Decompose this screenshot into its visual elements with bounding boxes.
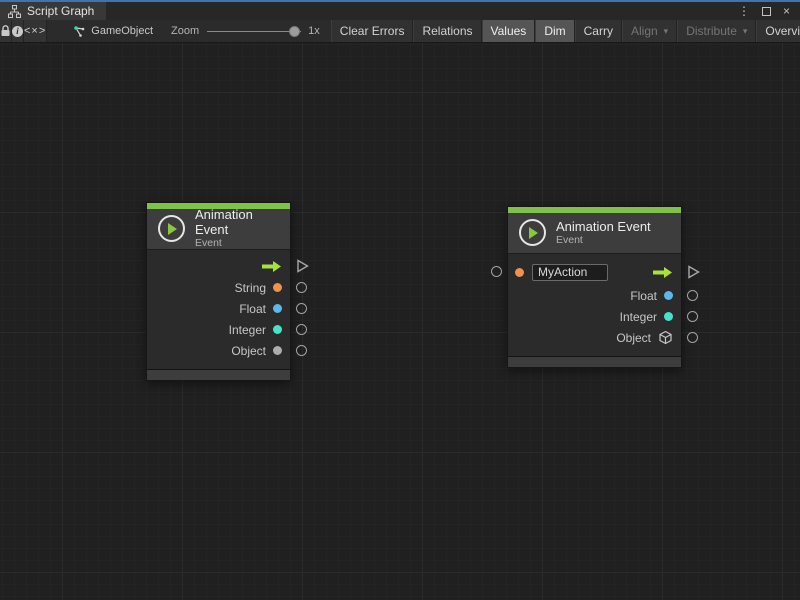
output-port[interactable] (296, 324, 307, 335)
window-controls: ⋮ × (738, 2, 800, 20)
output-row-integer: Integer (147, 319, 290, 340)
node-subtitle: Event (556, 234, 651, 247)
node-footer (508, 356, 681, 367)
clear-errors-button[interactable]: Clear Errors (331, 20, 414, 42)
dim-button[interactable]: Dim (535, 20, 574, 42)
event-name-input[interactable] (532, 264, 608, 281)
graph-canvas[interactable]: Animation Event Event String (0, 43, 800, 600)
output-row-float: Float (508, 285, 681, 306)
string-type-dot (273, 283, 282, 292)
zoom-slider[interactable] (207, 20, 301, 42)
toolbar-buttons: Clear Errors Relations Values Dim Carry … (331, 20, 800, 42)
node-subtitle: Event (195, 237, 280, 250)
string-type-dot (515, 268, 524, 277)
zoom-slider-track (207, 31, 301, 32)
tab-bar: Script Graph ⋮ × (0, 2, 800, 20)
flow-output-row (147, 255, 290, 277)
relations-button[interactable]: Relations (413, 20, 481, 42)
node-body: String Float Integer Object (147, 250, 290, 367)
tab-label: Script Graph (27, 4, 94, 18)
values-button[interactable]: Values (482, 20, 536, 42)
chevron-down-icon: ▾ (743, 26, 748, 37)
node-body: Float Integer Object (508, 254, 681, 354)
carry-button[interactable]: Carry (575, 20, 622, 42)
close-icon[interactable]: × (783, 5, 790, 17)
output-port[interactable] (687, 290, 698, 301)
chevron-down-icon: ▾ (664, 26, 669, 37)
align-button: Align ▾ (622, 20, 677, 42)
unity-script-graph-window: Script Graph ⋮ × i <×> (0, 0, 800, 600)
event-name-row (508, 259, 681, 285)
script-graph-icon (8, 5, 21, 18)
lock-icon (0, 25, 11, 37)
integer-type-dot (273, 325, 282, 334)
tab-script-graph[interactable]: Script Graph (0, 2, 106, 20)
output-row-string: String (147, 277, 290, 298)
zoom-slider-handle[interactable] (289, 26, 300, 37)
float-type-dot (664, 291, 673, 300)
node-header[interactable]: Animation Event Event (508, 213, 681, 254)
output-port[interactable] (296, 282, 307, 293)
code-icon: <×> (24, 25, 46, 37)
flow-port[interactable] (687, 265, 700, 279)
zoom-value: 1x (308, 25, 320, 37)
output-port[interactable] (687, 332, 698, 343)
node-title: Animation Event (195, 207, 280, 237)
output-port[interactable] (296, 345, 307, 356)
cube-icon (658, 330, 673, 345)
node-title: Animation Event (556, 219, 651, 234)
flow-port[interactable] (296, 259, 309, 273)
object-type-dot (273, 346, 282, 355)
output-row-object: Object (147, 340, 290, 361)
event-play-icon (519, 219, 546, 246)
output-row-integer: Integer (508, 306, 681, 327)
float-type-dot (273, 304, 282, 313)
animation-event-node-left[interactable]: Animation Event Event String (146, 202, 291, 381)
distribute-button: Distribute ▾ (677, 20, 756, 42)
gameobject-context: GameObject (73, 20, 153, 42)
info-icon: i (12, 26, 23, 37)
lock-button[interactable] (0, 20, 12, 42)
window-menu-icon[interactable]: ⋮ (738, 5, 750, 17)
output-port[interactable] (296, 303, 307, 314)
input-port[interactable] (491, 266, 502, 277)
flow-arrow-icon (652, 266, 673, 279)
gameobject-icon (73, 25, 86, 38)
output-row-float: Float (147, 298, 290, 319)
event-play-icon (158, 215, 185, 242)
output-row-object: Object (508, 327, 681, 348)
overview-button[interactable]: Overview (756, 20, 800, 42)
animation-event-node-right[interactable]: Animation Event Event (507, 206, 682, 368)
gameobject-label: GameObject (91, 25, 153, 37)
flow-arrow-icon (261, 260, 282, 273)
graph-toolbar: i <×> GameObject Zoom 1x Clear Error (0, 20, 800, 43)
zoom-label: Zoom (171, 25, 199, 37)
integer-type-dot (664, 312, 673, 321)
maximize-icon[interactable] (762, 7, 771, 16)
output-port[interactable] (687, 311, 698, 322)
info-button[interactable]: i (12, 20, 24, 42)
zoom-control: Zoom 1x (171, 20, 320, 42)
inspect-source-button[interactable]: <×> (24, 20, 47, 42)
node-header[interactable]: Animation Event Event (147, 209, 290, 250)
node-footer (147, 369, 290, 380)
